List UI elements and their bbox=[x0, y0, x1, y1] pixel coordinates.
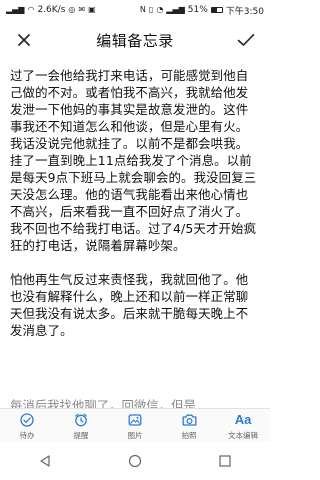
camera-icon bbox=[182, 414, 196, 426]
camera-button[interactable]: 拍照 bbox=[164, 412, 214, 441]
text-format-icon: Aa bbox=[234, 411, 252, 427]
vibrate-icon: ▯ bbox=[148, 5, 154, 14]
clock: 下午3:50 bbox=[225, 6, 264, 17]
reminder-label: 提醒 bbox=[73, 430, 89, 440]
todo-label: 待办 bbox=[19, 430, 35, 440]
network-speed: 2.6K/s bbox=[37, 5, 66, 15]
note-paragraph-1: 过了一会他给我打来电话，可能感觉到他自己做的不对。或者怕我不高兴，我就给他发发泄… bbox=[10, 68, 257, 253]
recents-button[interactable] bbox=[205, 446, 245, 476]
status-bar: ▂▄▆ ◠ 2.6K/s ◎ ✉ ▣ N ▯ ◔ ▂▄▆ 51% 下午3:50 bbox=[0, 0, 270, 20]
battery-icon bbox=[210, 7, 223, 13]
status-right: N ▯ ◔ ▂▄▆ 51% 下午3:50 bbox=[140, 4, 264, 17]
image-button[interactable]: 图片 bbox=[110, 412, 160, 441]
notification-icon-1: ◎ bbox=[68, 5, 76, 14]
check-icon bbox=[237, 34, 255, 46]
back-button[interactable] bbox=[25, 446, 65, 476]
navigation-bar bbox=[0, 442, 270, 480]
checklist-icon bbox=[20, 412, 34, 427]
back-triangle-icon bbox=[40, 455, 50, 467]
notification-icon-3: ▣ bbox=[88, 5, 96, 14]
cellular-icon: ▂▄▆ bbox=[166, 5, 185, 14]
alarm-clock-icon bbox=[75, 413, 87, 426]
nfc-icon: N bbox=[139, 5, 146, 14]
recents-square-icon bbox=[219, 455, 231, 467]
home-circle-icon bbox=[128, 454, 142, 468]
close-button[interactable] bbox=[10, 26, 38, 54]
notification-icon-2: ✉ bbox=[78, 5, 86, 14]
note-paragraph-2: 怕他再生气反过来责怪我，我就回他了。他也没有解释什么，晚上还和以前一样正常聊天但… bbox=[10, 272, 249, 338]
editor-toolbar: 待办 提醒 图片 拍照 Aa 文本编辑 bbox=[0, 408, 270, 443]
close-icon bbox=[18, 34, 30, 46]
image-label: 图片 bbox=[127, 430, 143, 440]
status-left: ▂▄▆ ◠ 2.6K/s ◎ ✉ ▣ bbox=[6, 5, 96, 15]
page-title: 编辑备忘录 bbox=[96, 31, 174, 50]
camera-label: 拍照 bbox=[181, 430, 197, 440]
home-button[interactable] bbox=[115, 446, 155, 476]
text-format-label: 文本编辑 bbox=[228, 430, 258, 440]
wifi-icon: ◠ bbox=[27, 5, 35, 14]
reminder-button[interactable]: 提醒 bbox=[56, 412, 106, 441]
screen: ▂▄▆ ◠ 2.6K/s ◎ ✉ ▣ N ▯ ◔ ▂▄▆ 51% 下午3:50 … bbox=[0, 0, 270, 480]
header: 编辑备忘录 bbox=[0, 20, 270, 60]
battery-percent: 51% bbox=[187, 5, 208, 15]
text-format-button[interactable]: Aa 文本编辑 bbox=[218, 412, 268, 441]
todo-button[interactable]: 待办 bbox=[2, 412, 52, 441]
image-icon bbox=[128, 413, 142, 426]
signal-icon: ▂▄▆ bbox=[6, 5, 25, 14]
save-button[interactable] bbox=[232, 26, 260, 54]
note-editor[interactable]: 过了一会他给我打来电话，可能感觉到他自己做的不对。或者怕我不高兴，我就给他发发泄… bbox=[0, 63, 270, 413]
alarm-icon: ◔ bbox=[156, 5, 164, 14]
